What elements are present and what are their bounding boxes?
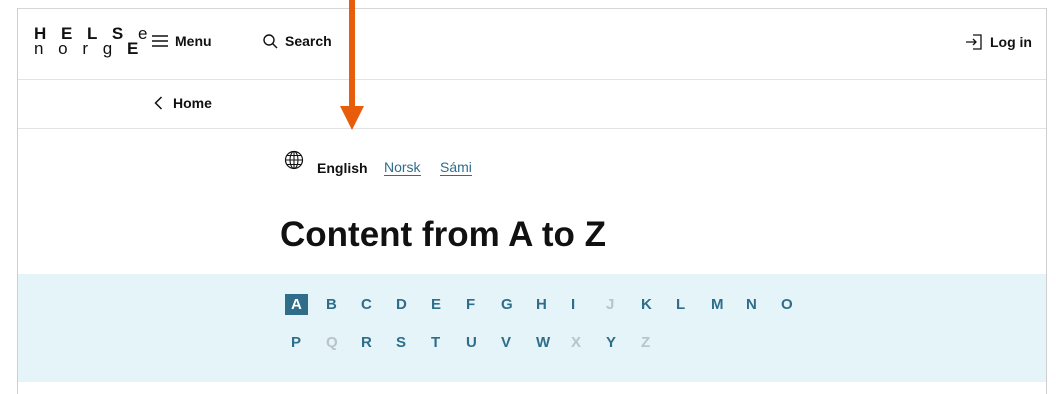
letter-label: B [326, 295, 337, 313]
letter-label: S [396, 333, 407, 351]
alphabet-filter: AB C D E F G H I J K L M N O P Q R S T U V W X Y Z [18, 274, 1046, 382]
letter-f-link[interactable]: F [460, 293, 495, 315]
alphabet-row: AB C D E F G H I J K L M N O [285, 293, 810, 315]
breadcrumb: Home [18, 80, 1046, 129]
annotation-arrow-icon [340, 0, 364, 130]
letter-t-link[interactable]: T [425, 331, 460, 353]
search-button[interactable]: Search [262, 33, 332, 49]
letter-label: Y [606, 333, 617, 351]
letter-label: H [536, 295, 547, 313]
logo-text: E [126, 39, 144, 58]
menu-button[interactable]: Menu [152, 33, 212, 49]
letter-label: U [466, 333, 477, 351]
letter-label: F [466, 295, 476, 313]
helsenorge-logo[interactable]: H E L S e n o r g E [34, 25, 152, 58]
home-label: Home [173, 95, 212, 111]
language-option-sami[interactable]: Sámi [440, 160, 472, 176]
letter-label: X [571, 333, 582, 351]
letter-label: Z [641, 333, 651, 351]
letter-label: C [361, 295, 372, 313]
letter-o-link[interactable]: O [775, 293, 810, 315]
letter-n-link[interactable]: N [740, 293, 775, 315]
menu-label: Menu [175, 33, 212, 49]
letter-z-link: Z [635, 331, 670, 353]
letter-p-link[interactable]: P [285, 331, 320, 353]
language-option-norsk[interactable]: Norsk [384, 160, 421, 176]
globe-icon [284, 150, 304, 170]
letter-g-link[interactable]: G [495, 293, 530, 315]
language-current: English [317, 160, 368, 176]
letter-label: T [431, 333, 441, 351]
page-frame: H E L S e n o r g E Menu Search Log in H… [17, 8, 1047, 394]
letter-label: V [501, 333, 512, 351]
home-link[interactable]: Home [154, 95, 212, 111]
letter-label: I [571, 295, 576, 313]
letter-s-link[interactable]: S [390, 331, 425, 353]
letter-label: M [711, 295, 724, 313]
site-header: H E L S e n o r g E Menu Search Log in [18, 9, 1046, 80]
letter-h-link[interactable]: H [530, 293, 565, 315]
letter-label: Q [326, 333, 338, 351]
chevron-left-icon [154, 96, 163, 110]
letter-c-link[interactable]: C [355, 293, 390, 315]
letter-label: J [606, 295, 615, 313]
letter-y-link[interactable]: Y [600, 331, 635, 353]
letter-e-link[interactable]: E [425, 293, 460, 315]
letter-m-link[interactable]: M [705, 293, 740, 315]
letter-label: O [781, 295, 793, 313]
letter-r-link[interactable]: R [355, 331, 390, 353]
letter-label: D [396, 295, 407, 313]
letter-k-link[interactable]: K [635, 293, 670, 315]
login-label: Log in [990, 34, 1032, 50]
letter-label: W [536, 333, 551, 351]
letter-label: P [291, 333, 302, 351]
letter-w-link[interactable]: W [530, 331, 565, 353]
letter-j-link: J [600, 293, 635, 315]
letter-x-link: X [565, 331, 600, 353]
letter-label: G [501, 295, 513, 313]
letter-q-link: Q [320, 331, 355, 353]
logo-text: n o r g [34, 39, 118, 58]
letter-i-link[interactable]: I [565, 293, 600, 315]
letter-v-link[interactable]: V [495, 331, 530, 353]
letter-label: E [431, 295, 442, 313]
letter-label: K [641, 295, 652, 313]
letter-label: N [746, 295, 757, 313]
letter-d-link[interactable]: D [390, 293, 425, 315]
search-icon [263, 34, 278, 49]
hamburger-icon [152, 35, 168, 47]
letter-label: A [285, 293, 308, 315]
login-button[interactable]: Log in [965, 33, 1032, 51]
letter-u-link[interactable]: U [460, 331, 495, 353]
letter-label: R [361, 333, 372, 351]
letter-a-link[interactable]: A [285, 293, 320, 315]
alphabet-row: P Q R S T U V W X Y Z [285, 331, 670, 353]
login-icon [966, 34, 982, 50]
letter-b-link[interactable]: B [320, 293, 355, 315]
letter-label: L [676, 295, 686, 313]
search-label: Search [285, 33, 332, 49]
letter-l-link[interactable]: L [670, 293, 705, 315]
page-title: Content from A to Z [280, 215, 606, 254]
